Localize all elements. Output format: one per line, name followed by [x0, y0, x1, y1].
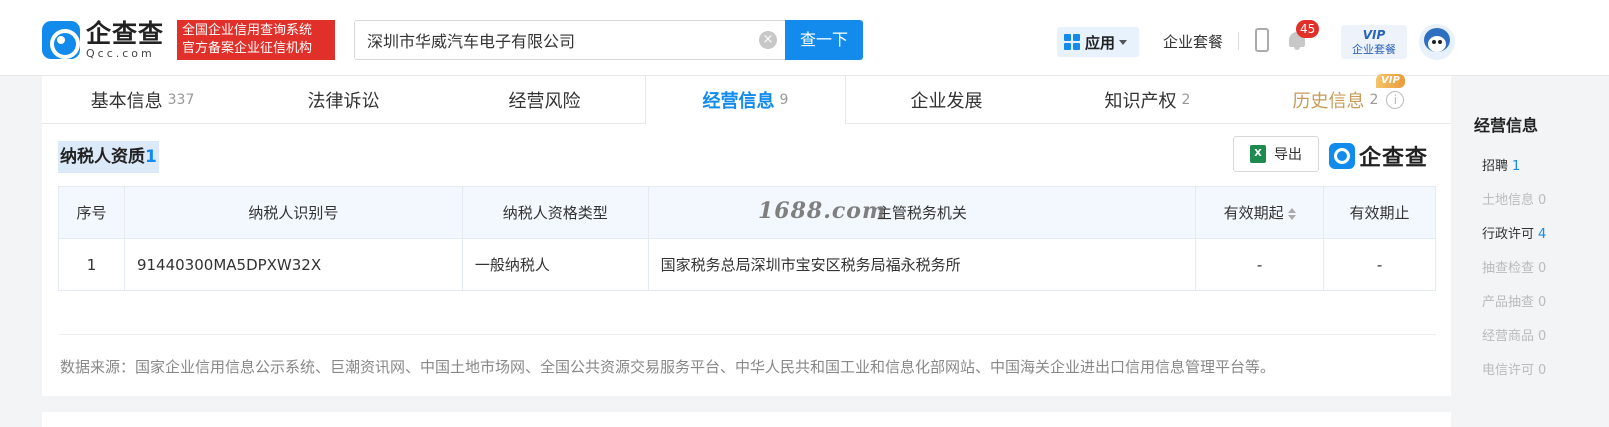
tab-business-info[interactable]: 经营信息 9	[645, 76, 846, 124]
data-source-text: 数据来源：国家企业信用信息公示系统、巨潮资讯网、中国土地市场网、全国公共资源交易…	[60, 358, 1276, 376]
cell-valid-to: -	[1323, 238, 1436, 291]
tab-basic-info[interactable]: 基本信息 337	[42, 76, 243, 124]
col-header-valid-from[interactable]: 有效期起	[1195, 186, 1325, 239]
tab-count: 9	[779, 92, 789, 108]
logo-text-en: Qcc.com	[86, 47, 155, 60]
search-input[interactable]	[355, 21, 735, 59]
sidebar-item-inspection: 抽查检查 0	[1482, 261, 1547, 276]
sidebar-item-land: 土地信息 0	[1482, 193, 1547, 208]
slogan-line-1: 全国企业信用查询系统	[182, 23, 313, 38]
excel-icon: X	[1250, 145, 1266, 163]
section-count: 1	[145, 147, 157, 167]
tab-legal[interactable]: 法律诉讼	[243, 76, 444, 124]
cell-index: 1	[58, 238, 125, 291]
tab-business-risk[interactable]: 经营风险	[444, 76, 645, 124]
mobile-phone-icon[interactable]	[1255, 28, 1269, 52]
section-title: 纳税人资质1	[58, 141, 159, 173]
divider	[58, 334, 1436, 335]
tab-ip[interactable]: 知识产权 2	[1047, 76, 1248, 124]
sidebar-item-admin-license[interactable]: 行政许可 4	[1482, 224, 1609, 258]
vip-package-button[interactable]: VIP 企业套餐	[1341, 25, 1407, 59]
cell-tax-authority: 国家税务总局深圳市宝安区税务局福永税务所	[647, 238, 1197, 291]
main-tabs: 基本信息 337 法律诉讼 经营风险 经营信息 9 企业发展 知识产权 2 VIP 历…	[42, 74, 1451, 124]
export-button[interactable]: X 导出	[1233, 136, 1319, 172]
logo-text-cn: 企查查	[86, 19, 165, 48]
cell-taxpayer-type: 一般纳税人	[461, 238, 649, 291]
sidebar-title: 经营信息	[1474, 116, 1539, 135]
watermark: 1688.com	[758, 198, 887, 224]
sidebar-item-recruitment[interactable]: 招聘 1	[1482, 156, 1609, 190]
sidebar-item-goods: 经营商品 0	[1482, 329, 1547, 344]
col-header-tax-id: 纳税人识别号	[123, 186, 463, 239]
cell-tax-id: 91440300MA5DPXW32X	[123, 238, 463, 291]
table-header-row: 序号 纳税人识别号 纳税人资格类型 主管税务机关 有效期起 有效期止	[58, 186, 1436, 239]
sidebar-item-product-check: 产品抽查 0	[1482, 295, 1547, 310]
slogan-line-2: 官方备案企业征信机构	[182, 41, 313, 56]
table-row: 1 91440300MA5DPXW32X 一般纳税人 国家税务总局深圳市宝安区税…	[58, 238, 1436, 291]
search-button[interactable]: 查一下	[785, 20, 863, 60]
top-header: 企查查 Qcc.com 全国企业信用查询系统 官方备案企业征信机构 × 查一下 …	[0, 0, 1609, 76]
app-menu-label: 应用	[1085, 33, 1116, 52]
vip-label: VIP	[1362, 28, 1386, 42]
slogan-banner: 全国企业信用查询系统 官方备案企业征信机构	[177, 20, 335, 60]
tab-count: 337	[167, 92, 195, 108]
info-icon[interactable]: i	[1386, 91, 1405, 109]
app-menu-button[interactable]: 应用	[1057, 27, 1139, 57]
col-header-index: 序号	[58, 186, 125, 239]
qcc-logo[interactable]: 企查查 Qcc.com	[42, 20, 164, 60]
chevron-down-icon	[1119, 39, 1128, 45]
sidebar-item-telecom-license: 电信许可 0	[1482, 363, 1547, 378]
qcc-brand-logo: 企查查	[1329, 140, 1428, 172]
tab-count: 2	[1369, 92, 1379, 108]
clear-icon[interactable]: ×	[759, 31, 777, 49]
taxpayer-qualification-card: 纳税人资质1 X 导出 企查查 序号 纳税人识别号 纳税人资格类型 主管税务机关…	[42, 124, 1451, 396]
grid-icon	[1064, 34, 1080, 50]
cell-valid-from: -	[1195, 238, 1325, 291]
header-divider	[1238, 32, 1239, 50]
tab-history[interactable]: VIP 历史信息 2 i	[1248, 74, 1449, 124]
qcc-logo-icon	[42, 21, 80, 59]
sort-icon[interactable]	[1287, 207, 1296, 220]
taxpayer-table: 序号 纳税人识别号 纳税人资格类型 主管税务机关 有效期起 有效期止 1 914…	[58, 186, 1436, 291]
search-box: ×	[354, 20, 785, 60]
col-header-tax-authority: 主管税务机关	[647, 186, 1197, 239]
vip-tag: VIP	[1376, 74, 1405, 88]
tab-count: 2	[1181, 92, 1191, 108]
enterprise-package-link[interactable]: 企业套餐	[1163, 31, 1223, 52]
col-header-taxpayer-type: 纳税人资格类型	[461, 186, 649, 239]
col-header-valid-to: 有效期止	[1323, 186, 1436, 239]
next-section-card	[42, 412, 1451, 427]
avatar[interactable]	[1419, 24, 1455, 60]
vip-package-label: 企业套餐	[1352, 43, 1396, 56]
tab-development[interactable]: 企业发展	[846, 76, 1047, 124]
section-sidebar: 经营信息 招聘 1 土地信息 0 行政许可 4 抽查检查 0 产品抽查 0 经营商品 0 电…	[1465, 112, 1609, 394]
qcc-logo-icon	[1329, 143, 1355, 169]
notification-badge: 45	[1296, 20, 1320, 38]
